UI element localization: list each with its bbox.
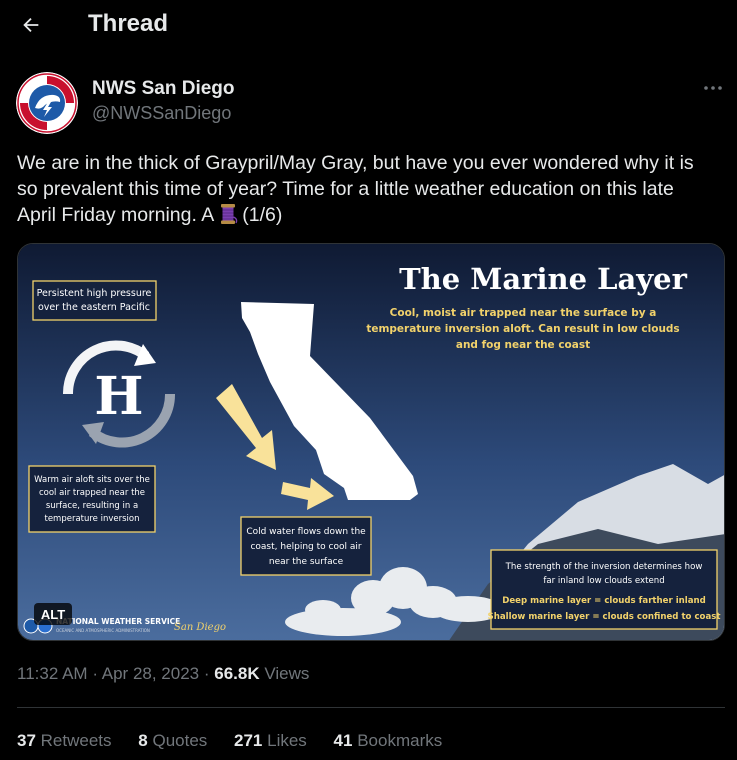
cold-water-text-1: Cold water flows down the — [246, 527, 366, 537]
nws-footer-name: NATIONAL WEATHER SERVICE — [56, 617, 180, 626]
likes-stat[interactable]: 271 Likes — [234, 731, 307, 751]
tweet-text: We are in the thick of Graypril/May Gray… — [17, 150, 717, 228]
more-options-button[interactable] — [698, 76, 728, 100]
deep-layer-text: Deep marine layer = clouds farther inlan… — [502, 596, 706, 606]
high-pressure-text-2: over the eastern Pacific — [38, 302, 150, 313]
noaa-footer-line: OCEANIC AND ATMOSPHERIC ADMINISTRATION — [56, 628, 150, 633]
infographic-title: The Marine Layer — [399, 262, 688, 296]
more-dots-icon — [704, 86, 722, 90]
cold-water-text-2: coast, helping to cool air — [250, 542, 361, 552]
author-handle[interactable]: @NWSSanDiego — [92, 103, 231, 124]
likes-label: Likes — [267, 731, 307, 750]
cold-water-text-3: near the surface — [269, 557, 344, 567]
bookmarks-label: Bookmarks — [357, 731, 443, 750]
bookmarks-count: 41 — [333, 731, 353, 750]
inversion-text-2: far inland low clouds extend — [543, 576, 664, 586]
quotes-stat[interactable]: 8 Quotes — [138, 731, 207, 751]
nws-logo-icon — [16, 72, 78, 134]
alt-text-badge[interactable]: ALT — [34, 603, 72, 625]
tweet-stats: 37 Retweets 8 Quotes 271 Likes 41 Bookma… — [17, 731, 464, 751]
high-pressure-letter: H — [94, 366, 143, 427]
warm-air-text-2: cool air trapped near the — [39, 488, 145, 498]
divider — [17, 707, 725, 708]
infographic-subtitle-1: Cool, moist air trapped near the surface… — [390, 307, 657, 319]
tweet-meta: 11:32 AM · Apr 28, 2023 · 66.8K Views — [17, 664, 309, 684]
views-count: 66.8K — [214, 664, 260, 683]
likes-count: 271 — [234, 731, 263, 750]
meta-separator: · — [203, 664, 215, 683]
bookmarks-stat[interactable]: 41 Bookmarks — [334, 731, 443, 751]
page-title: Thread — [88, 10, 169, 37]
inversion-text-1: The strength of the inversion determines… — [505, 562, 703, 572]
warm-air-text-4: temperature inversion — [44, 514, 139, 524]
retweets-count: 37 — [17, 731, 36, 750]
tweet-time[interactable]: 11:32 AM — [17, 664, 88, 683]
top-bar: Thread — [0, 0, 737, 50]
tweet-date[interactable]: Apr 28, 2023 — [102, 664, 199, 683]
high-pressure-box — [32, 280, 157, 321]
office-footer-name: San Diego — [174, 622, 226, 633]
quotes-count: 8 — [138, 731, 148, 750]
meta-separator: · — [92, 664, 102, 683]
infographic-subtitle-2: temperature inversion aloft. Can result … — [366, 323, 679, 335]
retweets-stat[interactable]: 37 Retweets — [17, 731, 112, 751]
views-label: Views — [264, 664, 310, 683]
thread-spool-emoji — [221, 204, 238, 224]
shallow-layer-text: Shallow marine layer = clouds confined t… — [488, 612, 721, 622]
tweet-text-main: We are in the thick of Graypril/May Gray… — [17, 152, 694, 226]
back-button[interactable] — [14, 8, 48, 42]
warm-air-text-3: surface, resulting in a — [46, 501, 138, 511]
quotes-label: Quotes — [152, 731, 208, 750]
infographic-subtitle-3: and fog near the coast — [456, 339, 590, 351]
tweet-media-image[interactable]: The Marine Layer Cool, moist air trapped… — [17, 243, 725, 641]
avatar[interactable] — [16, 72, 78, 134]
author-name[interactable]: NWS San Diego — [92, 78, 235, 100]
back-arrow-icon — [23, 17, 39, 33]
warm-air-text-1: Warm air aloft sits over the — [34, 475, 150, 485]
retweets-label: Retweets — [40, 731, 112, 750]
tweet-text-thread-count: (1/6) — [242, 204, 283, 226]
high-pressure-text-1: Persistent high pressure — [37, 288, 152, 299]
